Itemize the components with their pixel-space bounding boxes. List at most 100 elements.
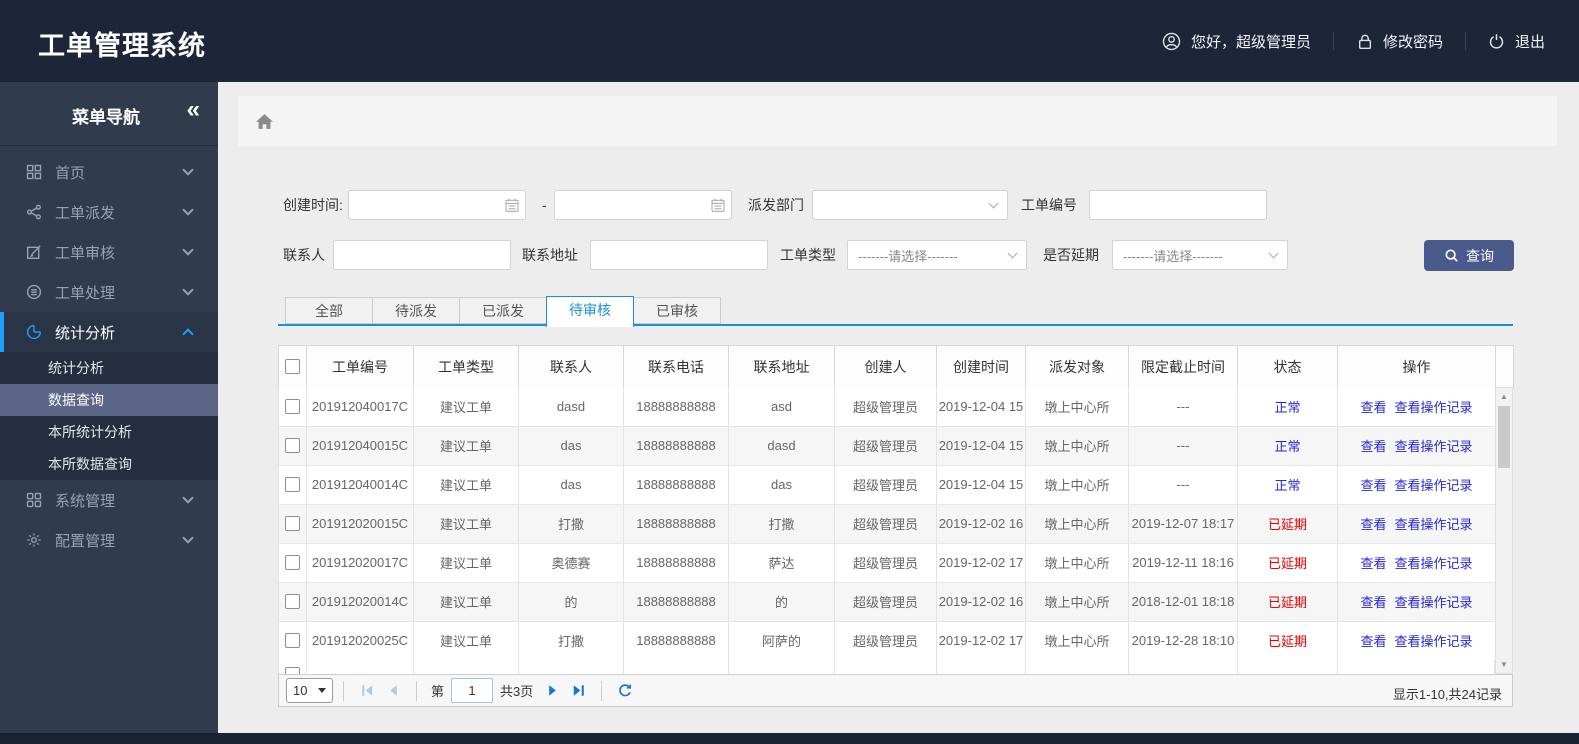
view-log-link[interactable]: 查看操作记录 [1395, 556, 1473, 571]
contact-label: 联系人 [283, 247, 325, 263]
phone-cell: 18888888888 [623, 426, 729, 466]
row-checkbox[interactable] [285, 438, 300, 453]
row-checkbox[interactable] [285, 398, 300, 414]
status-tab[interactable]: 待审核 [546, 296, 634, 327]
order-no-input[interactable] [1089, 190, 1267, 220]
chevron-down-icon [1268, 248, 1279, 259]
sidebar-subitem-data-query[interactable]: 数据查询 [0, 384, 218, 416]
first-page-button[interactable] [357, 681, 377, 701]
status-tab[interactable]: 已审核 [633, 297, 721, 324]
created-to-input[interactable] [554, 190, 732, 220]
grid-scrollbar[interactable]: ▲ ▼ [1495, 387, 1513, 674]
view-log-link[interactable]: 查看操作记录 [1395, 595, 1473, 610]
pager-divider [416, 680, 417, 701]
created-time-cell: 2019-12-02 17 [936, 621, 1026, 661]
sidebar-item-dispatch[interactable]: 工单派发 [0, 192, 218, 232]
select-all-checkbox[interactable] [285, 359, 300, 374]
sidebar-item-process[interactable]: 工单处理 [0, 272, 218, 312]
row-select-cell [278, 582, 307, 622]
next-page-button[interactable] [542, 681, 562, 701]
created-time-cell: 2019-12-02 17 [936, 543, 1026, 583]
column-header: 工单类型 [413, 345, 519, 388]
created-from-input[interactable] [348, 190, 526, 220]
home-icon[interactable] [255, 113, 274, 130]
address-input[interactable] [590, 240, 768, 270]
sidebar-subitem-statistics[interactable]: 统计分析 [0, 352, 218, 384]
deadline-cell: 2019-12-11 18:16 [1128, 543, 1238, 583]
sidebar-subitem-local-data-query[interactable]: 本所数据查询 [0, 448, 218, 480]
view-link[interactable]: 查看 [1360, 517, 1386, 532]
scroll-down-icon[interactable]: ▼ [1496, 657, 1512, 672]
row-checkbox[interactable] [285, 594, 300, 609]
row-checkbox[interactable] [285, 477, 300, 492]
order-no-cell: 201912020017C [306, 543, 414, 583]
chevron-down-icon [182, 492, 194, 504]
range-separator: - [542, 197, 547, 213]
logout-link[interactable]: 退出 [1488, 31, 1545, 52]
sidebar-item-label: 工单处理 [55, 284, 116, 302]
page-size-select[interactable]: 10 [286, 678, 333, 703]
sidebar-item-statistics[interactable]: 统计分析 [0, 312, 218, 352]
created-time-cell: 2019-12-02 16 [936, 504, 1026, 544]
contact-input[interactable] [333, 240, 511, 270]
view-link[interactable]: 查看 [1360, 634, 1386, 649]
collapse-sidebar-button[interactable]: « [187, 96, 200, 124]
user-icon [1162, 32, 1181, 50]
row-checkbox[interactable] [285, 516, 300, 531]
order-type-select[interactable]: -------请选择------- [847, 240, 1027, 270]
sidebar-item-system[interactable]: 系统管理 [0, 480, 218, 520]
view-log-link[interactable]: 查看操作记录 [1395, 634, 1473, 649]
status-tab[interactable]: 待派发 [372, 297, 460, 324]
order-no-cell: 201912020025C [306, 621, 414, 661]
view-link[interactable]: 查看 [1360, 478, 1386, 493]
table-row: 201912020014C 建议工单 的 18888888888 的 超级管理员… [278, 582, 1496, 622]
view-log-link[interactable]: 查看操作记录 [1395, 439, 1473, 454]
delay-select[interactable]: -------请选择------- [1112, 240, 1288, 270]
deadline-cell: --- [1128, 465, 1238, 505]
status-cell: 正常 [1237, 465, 1338, 505]
last-page-icon [573, 685, 584, 696]
table-row: 201912020015C 建议工单 打撒 18888888888 打撒 超级管… [278, 504, 1496, 544]
search-button[interactable]: 查询 [1424, 240, 1514, 271]
phone-cell: 18888888888 [623, 504, 729, 544]
status-tab[interactable]: 已派发 [459, 297, 547, 324]
dispatch-dept-select[interactable] [812, 190, 1008, 220]
contact-cell: 奥德赛 [518, 543, 624, 583]
view-link[interactable]: 查看 [1360, 439, 1386, 454]
creator-cell: 超级管理员 [834, 543, 937, 583]
order-no-label: 工单编号 [1021, 197, 1077, 213]
view-link[interactable]: 查看 [1360, 595, 1386, 610]
status-cell: 已延期 [1237, 543, 1338, 583]
scroll-up-icon[interactable]: ▲ [1496, 389, 1512, 404]
prev-page-button[interactable] [383, 681, 403, 701]
change-password-link[interactable]: 修改密码 [1356, 31, 1443, 52]
view-log-link[interactable]: 查看操作记录 [1395, 478, 1473, 493]
address-cell: asd [728, 387, 835, 427]
page-input[interactable] [451, 678, 494, 703]
table-row-partial [278, 660, 1495, 674]
column-header: 联系人 [518, 345, 624, 388]
address-label: 联系地址 [522, 247, 578, 263]
row-checkbox[interactable] [285, 555, 300, 570]
scrollbar-thumb[interactable] [1498, 406, 1510, 468]
column-header: 派发对象 [1025, 345, 1129, 388]
view-link[interactable]: 查看 [1360, 400, 1386, 415]
row-checkbox[interactable] [285, 667, 300, 674]
power-icon [1489, 33, 1504, 49]
view-link[interactable]: 查看 [1360, 556, 1386, 571]
last-page-button[interactable] [568, 681, 588, 701]
sidebar-item-home[interactable]: 首页 [0, 152, 218, 192]
view-log-link[interactable]: 查看操作记录 [1395, 517, 1473, 532]
sidebar-item-config[interactable]: 配置管理 [0, 520, 218, 560]
chevron-up-icon [182, 328, 194, 340]
sidebar-item-review[interactable]: 工单审核 [0, 232, 218, 272]
phone-cell: 18888888888 [623, 582, 729, 622]
status-tab[interactable]: 全部 [285, 297, 373, 324]
refresh-button[interactable] [615, 681, 635, 701]
sidebar-subitem-local-statistics[interactable]: 本所统计分析 [0, 416, 218, 448]
table-row: 201912040015C 建议工单 das 18888888888 dasd … [278, 426, 1496, 466]
view-log-link[interactable]: 查看操作记录 [1395, 400, 1473, 415]
row-checkbox[interactable] [285, 633, 300, 648]
header-user-area: 您好，超级管理员 修改密码 退出 [1162, 0, 1545, 82]
user-greeting[interactable]: 您好，超级管理员 [1162, 31, 1311, 52]
